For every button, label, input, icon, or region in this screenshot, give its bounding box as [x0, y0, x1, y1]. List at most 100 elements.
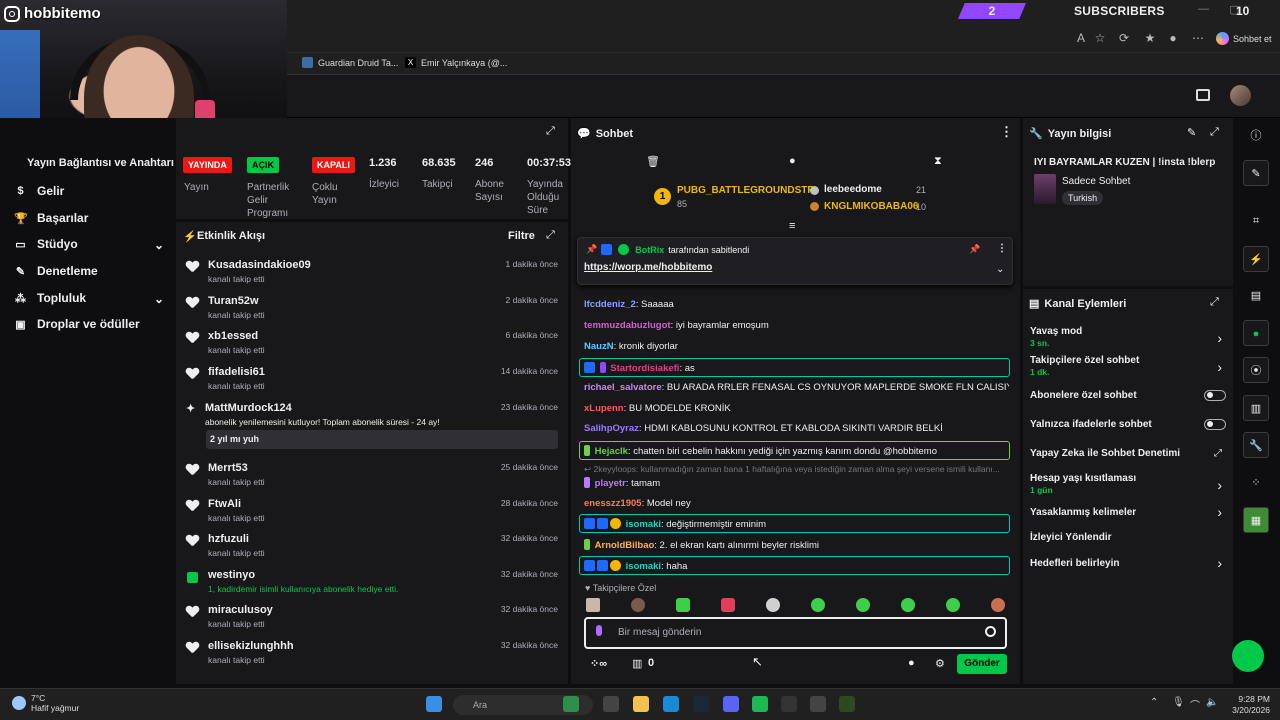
broadcast-icon[interactable]: ⦿ — [1243, 357, 1269, 383]
feed-filter-button[interactable]: Filtre — [508, 230, 535, 242]
gift-icon[interactable] — [1196, 89, 1210, 101]
feed-event[interactable]: hzfuzuli kanalı takip etti 32 dakika önc… — [186, 533, 558, 563]
action-slow-mode[interactable]: Yavaş mod 3 sn. › — [1030, 326, 1226, 348]
pinned-more-icon[interactable]: ⋮ — [997, 243, 1007, 254]
chat-message[interactable]: Startordisiakefi: as — [584, 362, 1009, 374]
sidebar-item-gelir[interactable]: $ Gelir — [14, 181, 164, 201]
chat-message[interactable]: lfcddeniz_2: Saaaaa — [584, 299, 1009, 310]
pinned-link[interactable]: https://worp.me/hobbitemo — [584, 262, 712, 273]
wifi-icon[interactable]: ⌒ — [1190, 697, 1200, 712]
chat-message[interactable]: NauzN: kronik diyorlar — [584, 341, 1009, 352]
help-fab-button[interactable] — [1232, 640, 1264, 672]
action-account-age[interactable]: Hesap yaşı kısıtlaması 1 gün › — [1030, 473, 1226, 495]
clip-icon[interactable]: ⌗ — [1243, 208, 1269, 234]
favorites-icon[interactable]: ★ — [1143, 31, 1157, 45]
popout-icon[interactable]: ⤢ — [1210, 126, 1219, 139]
file-explorer-icon[interactable] — [633, 696, 649, 712]
feed-event[interactable]: xb1essed kanalı takip etti 6 dakika önce — [186, 330, 558, 360]
feed-event[interactable]: ellisekizlunghhh kanalı takip etti 32 da… — [186, 640, 558, 670]
feed-event[interactable]: fifadelisi61 kanalı takip etti 14 dakika… — [186, 366, 558, 396]
taskbar-app-icon[interactable] — [563, 696, 579, 712]
feed-event[interactable]: miraculusoy kanalı takip etti 32 dakika … — [186, 604, 558, 634]
edit-pencil-icon[interactable]: ✎ — [1187, 126, 1196, 139]
mic-icon[interactable]: 🎙 — [1172, 697, 1185, 708]
hourglass-icon[interactable]: ⧗ — [934, 155, 942, 168]
action-raid[interactable]: İzleyici Yönlendir — [1030, 532, 1226, 546]
action-ai-moderation[interactable]: Yapay Zeka ile Sohbet Denetimi ⤢ — [1030, 448, 1226, 462]
extensions-icon[interactable]: ⟳ — [1117, 31, 1131, 45]
chat-icon[interactable]: ● — [789, 155, 796, 167]
trash-icon[interactable]: 🗑 — [646, 155, 660, 168]
emote-icon[interactable] — [946, 598, 960, 612]
taskbar-app-icon[interactable] — [839, 696, 855, 712]
channel-points-button[interactable]: ⁘∞ — [590, 657, 607, 670]
edge-icon[interactable] — [663, 696, 679, 712]
chat-username[interactable]: NauzN — [584, 341, 614, 352]
read-aloud-icon[interactable]: A — [1074, 31, 1088, 45]
taskbar-clock[interactable]: 9:28 PM 3/20/2026 — [1226, 694, 1270, 716]
clapper-icon[interactable]: ▦ — [1243, 507, 1269, 533]
sidebar-item-basarilar[interactable]: 🏆 Başarılar — [14, 208, 164, 228]
mic-icon[interactable] — [596, 625, 602, 636]
info-icon[interactable]: ⓘ — [1243, 123, 1269, 149]
chat-username[interactable]: Startordisiakefi — [610, 363, 679, 374]
chat-username[interactable]: richael_salvatore — [584, 382, 662, 393]
subscribers-only-toggle[interactable] — [1204, 390, 1226, 401]
copilot-button[interactable]: Sohbet et — [1216, 32, 1272, 45]
category-thumbnail[interactable] — [1034, 174, 1056, 204]
layout-icon[interactable]: ▥ — [1243, 395, 1269, 421]
chat-username[interactable]: isomaki — [626, 561, 661, 572]
task-view-icon[interactable] — [603, 696, 619, 712]
emote-icon[interactable] — [811, 598, 825, 612]
chat-message[interactable]: ArnoldBilbao: 2. el ekran kartı alınırmi… — [584, 539, 1009, 551]
volume-icon[interactable]: 🔈 — [1206, 697, 1218, 708]
sidebar-item-studyo[interactable]: ▭ Stüdyo ⌄ — [14, 234, 164, 254]
feed-event[interactable]: Turan52w kanalı takip etti 2 dakika önce — [186, 295, 558, 325]
favorite-star-icon[interactable]: ☆ — [1093, 31, 1107, 45]
user-avatar[interactable] — [1230, 85, 1251, 106]
chevron-down-icon[interactable]: ⌄ — [996, 264, 1004, 275]
chat-message[interactable]: isomaki: haha — [584, 560, 1009, 572]
spotify-icon[interactable] — [752, 696, 768, 712]
sidebar-item-topluluk[interactable]: ⁂ Topluluk ⌄ — [14, 288, 164, 308]
document-icon[interactable]: ▤ — [1243, 283, 1269, 309]
chat-message[interactable]: richael_salvatore: BU ARADA RRLER FENASA… — [584, 382, 1009, 393]
stream-tag[interactable]: Turkish — [1062, 191, 1104, 205]
chat-username[interactable]: ArnoldBilbao — [595, 540, 655, 551]
taskbar-app-icon[interactable] — [781, 696, 797, 712]
emoji-icon[interactable] — [985, 626, 996, 637]
chat-reply-context[interactable]: ↩ 2keyyloops: kullanmadığın zaman bana 1… — [584, 464, 1009, 475]
chat-username[interactable]: SalihpOyraz — [584, 423, 639, 434]
weather-widget[interactable]: 7°C Hafif yağmur — [12, 693, 79, 713]
emote-icon[interactable] — [901, 598, 915, 612]
windows-start-icon[interactable] — [426, 696, 442, 712]
sidebar-item-droplar[interactable]: ▣ Droplar ve ödüller — [14, 314, 164, 334]
community-icon[interactable]: ⁘ — [1243, 470, 1269, 496]
lightning-icon[interactable]: ⚡ — [1243, 246, 1269, 272]
chat-message[interactable]: temmuzdabuzlugot: iyi bayramlar emoşum — [584, 320, 1009, 331]
chat-message[interactable]: playetr: tamam — [584, 477, 1009, 489]
chat-bubble-icon[interactable]: ● — [1243, 320, 1269, 346]
emote-icon[interactable] — [586, 598, 600, 612]
window-minimize-button[interactable]: — — [1198, 3, 1209, 15]
discord-icon[interactable] — [723, 696, 739, 712]
feed-event-gift[interactable]: westinyo 1, kadirdemir isimli kullanıcıy… — [186, 569, 558, 599]
send-button[interactable]: Gönder — [957, 654, 1007, 674]
chat-message[interactable]: xLupenn: BU MODELDE KRONİK — [584, 403, 1009, 414]
more-menu-icon[interactable]: ⋯ — [1191, 31, 1205, 45]
sidebar-section-stream-key[interactable]: Yayın Bağlantısı ve Anahtarı — [27, 157, 174, 169]
action-set-goals[interactable]: Hedefleri belirleyin › — [1030, 555, 1226, 572]
chat-username[interactable]: isomaki — [626, 519, 661, 530]
popout-icon[interactable]: ⤢ — [546, 229, 555, 242]
unpin-icon[interactable]: 📌 — [969, 244, 980, 255]
emote-icon[interactable] — [991, 598, 1005, 612]
chat-message[interactable]: Hejaclk: chatten biri cebelin hakkını ye… — [584, 445, 1009, 457]
popout-icon[interactable]: ⤢ — [546, 125, 555, 138]
chat-username[interactable]: enesszz1905 — [584, 498, 642, 509]
emote-icon[interactable] — [856, 598, 870, 612]
chat-message[interactable]: enesszz1905: Model ney — [584, 498, 1009, 509]
emote-icon[interactable] — [721, 598, 735, 612]
action-emote-only-chat[interactable]: Yalnızca ifadelerle sohbet — [1030, 419, 1226, 433]
chat-username[interactable]: Hejaclk — [595, 446, 628, 457]
feed-event[interactable]: Kusadasindakioe09 kanalı takip etti 1 da… — [186, 259, 558, 289]
